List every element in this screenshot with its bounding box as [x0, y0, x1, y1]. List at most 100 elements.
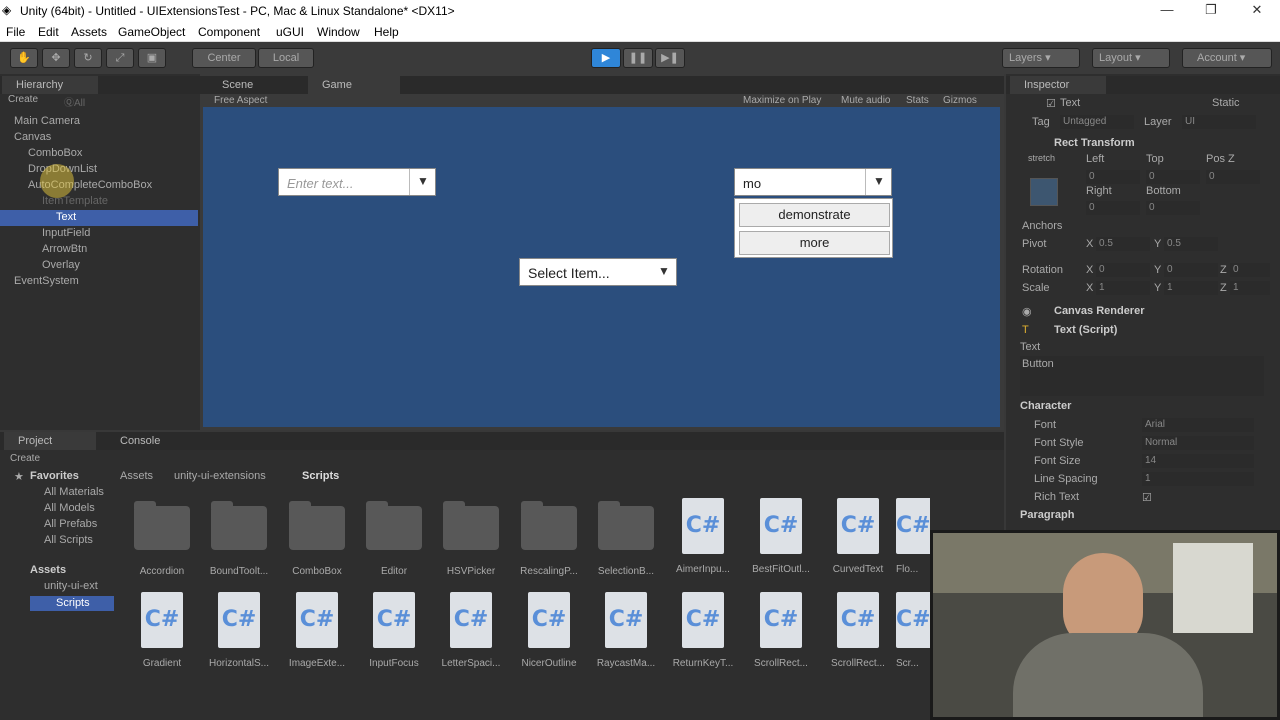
- tree-selected-folder[interactable]: Scripts: [30, 596, 114, 611]
- pivot-center-button[interactable]: Center: [192, 48, 256, 68]
- checkbox-icon[interactable]: ☑: [1046, 97, 1056, 110]
- posz-field[interactable]: 0: [1206, 170, 1260, 184]
- layer-dropdown[interactable]: UI: [1182, 115, 1256, 129]
- object-name-field[interactable]: Text: [1060, 97, 1080, 109]
- hierarchy-item[interactable]: EventSystem: [14, 275, 79, 287]
- gizmos-dropdown[interactable]: Gizmos: [943, 95, 977, 106]
- asset-script[interactable]: C# ImageExte...: [278, 592, 356, 669]
- canvas-renderer-header[interactable]: Canvas Renderer: [1054, 305, 1145, 317]
- scale-y-field[interactable]: 1: [1164, 281, 1218, 295]
- account-dropdown[interactable]: Account ▾: [1182, 48, 1272, 68]
- static-toggle[interactable]: Static: [1212, 97, 1240, 109]
- list-item[interactable]: more: [739, 231, 890, 255]
- minimize-icon[interactable]: —: [1152, 2, 1182, 17]
- menu-component[interactable]: Component: [198, 25, 260, 39]
- close-icon[interactable]: ✕: [1242, 2, 1272, 18]
- hierarchy-item[interactable]: ComboBox: [28, 147, 82, 159]
- rect-transform-header[interactable]: Rect Transform: [1054, 137, 1135, 149]
- menu-gameobject[interactable]: GameObject: [118, 25, 185, 39]
- enter-text-combobox[interactable]: Enter text... ▼: [278, 168, 436, 196]
- menu-assets[interactable]: Assets: [71, 25, 107, 39]
- line-spacing-field[interactable]: 1: [1142, 472, 1254, 486]
- asset-folder[interactable]: Accordion: [123, 501, 201, 577]
- hierarchy-item[interactable]: InputField: [42, 227, 90, 239]
- menu-help[interactable]: Help: [374, 25, 399, 39]
- anchors-foldout[interactable]: Anchors: [1022, 220, 1062, 232]
- restore-icon[interactable]: ❐: [1196, 2, 1226, 18]
- asset-script[interactable]: C# ScrollRect...: [819, 592, 897, 669]
- tab-scene[interactable]: Scene: [208, 76, 304, 94]
- asset-script[interactable]: C# Gradient: [123, 592, 201, 669]
- left-field[interactable]: 0: [1086, 170, 1140, 184]
- rotation-x-field[interactable]: 0: [1096, 263, 1150, 277]
- favorites-label[interactable]: Favorites: [30, 470, 79, 482]
- font-size-field[interactable]: 14: [1142, 454, 1254, 468]
- tab-hierarchy[interactable]: Hierarchy: [2, 76, 98, 94]
- asset-script[interactable]: C# HorizontalS...: [200, 592, 278, 669]
- tab-project[interactable]: Project: [4, 432, 96, 450]
- asset-folder[interactable]: Editor: [355, 501, 433, 577]
- mute-audio-toggle[interactable]: Mute audio: [841, 95, 890, 106]
- breadcrumb[interactable]: unity-ui-extensions: [174, 470, 266, 482]
- asset-script[interactable]: C# ReturnKeyT...: [664, 592, 742, 669]
- text-area[interactable]: Button: [1020, 356, 1264, 396]
- hierarchy-item[interactable]: Overlay: [42, 259, 80, 271]
- asset-script[interactable]: C# Scr...: [896, 592, 930, 669]
- favorite-item[interactable]: All Models: [44, 502, 95, 514]
- asset-folder[interactable]: ComboBox: [278, 501, 356, 577]
- dropdown-arrow-icon[interactable]: ▼: [652, 264, 676, 278]
- top-field[interactable]: 0: [1146, 170, 1200, 184]
- hierarchy-search[interactable]: ⓆAll: [64, 94, 85, 109]
- favorite-item[interactable]: All Materials: [44, 486, 104, 498]
- menu-window[interactable]: Window: [317, 25, 360, 39]
- tab-console[interactable]: Console: [106, 432, 198, 450]
- tab-game[interactable]: Game: [308, 76, 400, 94]
- tab-inspector[interactable]: Inspector: [1010, 76, 1106, 94]
- asset-script[interactable]: C# LetterSpaci...: [432, 592, 510, 669]
- pivot-x-field[interactable]: 0.5: [1096, 237, 1150, 251]
- asset-script[interactable]: C# ScrollRect...: [742, 592, 820, 669]
- rotation-z-field[interactable]: 0: [1230, 263, 1270, 277]
- pause-icon[interactable]: ❚❚: [623, 48, 653, 68]
- list-item[interactable]: demonstrate: [739, 203, 890, 227]
- scale-x-field[interactable]: 1: [1096, 281, 1150, 295]
- dropdown-arrow-icon[interactable]: ▼: [867, 174, 891, 188]
- menu-ugui[interactable]: uGUI: [276, 25, 304, 39]
- asset-script[interactable]: C# RaycastMa...: [587, 592, 665, 669]
- layout-dropdown[interactable]: Layout ▾: [1092, 48, 1170, 68]
- scale-tool-icon[interactable]: ⤢: [106, 48, 134, 68]
- breadcrumb[interactable]: Assets: [120, 470, 153, 482]
- font-field[interactable]: Arial: [1142, 418, 1254, 432]
- rotate-tool-icon[interactable]: ↻: [74, 48, 102, 68]
- menu-edit[interactable]: Edit: [38, 25, 59, 39]
- play-icon[interactable]: ▶: [591, 48, 621, 68]
- tree-folder[interactable]: unity-ui-ext: [44, 580, 98, 592]
- maximize-on-play-toggle[interactable]: Maximize on Play: [743, 95, 821, 106]
- scale-z-field[interactable]: 1: [1230, 281, 1270, 295]
- favorite-item[interactable]: All Prefabs: [44, 518, 97, 530]
- hand-tool-icon[interactable]: ✋: [10, 48, 38, 68]
- bottom-field[interactable]: 0: [1146, 201, 1200, 215]
- hierarchy-selected-row[interactable]: Text: [0, 210, 198, 226]
- rect-tool-icon[interactable]: ▣: [138, 48, 166, 68]
- stats-toggle[interactable]: Stats: [906, 95, 929, 106]
- font-style-dropdown[interactable]: Normal: [1142, 436, 1254, 450]
- asset-script[interactable]: C# NicerOutline: [510, 592, 588, 669]
- asset-folder[interactable]: SelectionB...: [587, 501, 665, 577]
- move-tool-icon[interactable]: ✥: [42, 48, 70, 68]
- rotation-y-field[interactable]: 0: [1164, 263, 1218, 277]
- asset-script[interactable]: C# InputFocus: [355, 592, 433, 669]
- anchor-preset-icon[interactable]: [1030, 178, 1058, 206]
- rich-text-checkbox[interactable]: ☑: [1142, 491, 1152, 504]
- asset-folder[interactable]: HSVPicker: [432, 501, 510, 577]
- asset-script[interactable]: C# Flo...: [896, 498, 930, 575]
- asset-script[interactable]: C# CurvedText: [819, 498, 897, 575]
- right-field[interactable]: 0: [1086, 201, 1140, 215]
- hierarchy-create-button[interactable]: Create: [8, 94, 38, 105]
- layers-dropdown[interactable]: Layers ▾: [1002, 48, 1080, 68]
- hierarchy-item[interactable]: Canvas: [14, 131, 51, 143]
- hierarchy-item[interactable]: ArrowBtn: [42, 243, 87, 255]
- menu-file[interactable]: File: [6, 25, 25, 39]
- text-script-header[interactable]: Text (Script): [1054, 324, 1117, 336]
- hierarchy-item[interactable]: Main Camera: [14, 115, 80, 127]
